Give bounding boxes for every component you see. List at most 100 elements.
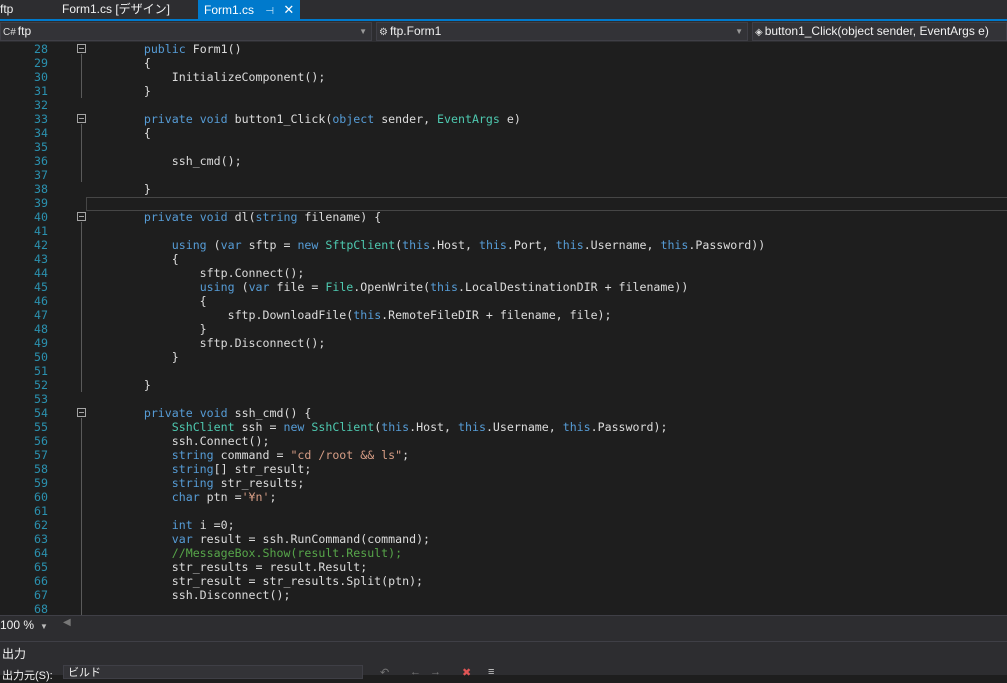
output-pane: 出力 出力元(S): ビルド ↶ ← → ✖ ≡	[0, 641, 1007, 682]
code-line[interactable]: 64 //MessageBox.Show(result.Result);	[0, 546, 1007, 560]
code-line[interactable]: 36 ssh_cmd();	[0, 154, 1007, 168]
pin-icon[interactable]: ⊣	[265, 2, 274, 21]
output-source-dropdown[interactable]: ビルド	[63, 665, 363, 679]
code-line[interactable]: 39	[0, 196, 1007, 210]
code-token: this	[478, 238, 507, 252]
code-line[interactable]: 53	[0, 392, 1007, 406]
code-line[interactable]: 52 }	[0, 378, 1007, 392]
code-line[interactable]: 49 sftp.Disconnect();	[0, 336, 1007, 350]
code-text: private void ssh_cmd() {	[88, 406, 312, 420]
tab-form1-designer[interactable]: Form1.cs [デザイン]	[62, 0, 170, 19]
code-line[interactable]: 65 str_results = result.Result;	[0, 560, 1007, 574]
code-line[interactable]: 30 InitializeComponent();	[0, 70, 1007, 84]
clear-all-icon[interactable]: ✖	[462, 666, 471, 679]
code-text: public Form1()	[88, 42, 242, 56]
code-token: ssh.Disconnect();	[88, 588, 291, 602]
code-line[interactable]: 35	[0, 140, 1007, 154]
code-line[interactable]: 47 sftp.DownloadFile(this.RemoteFileDIR …	[0, 308, 1007, 322]
code-line[interactable]: 67 ssh.Disconnect();	[0, 588, 1007, 602]
find-message-icon[interactable]: ↶	[380, 666, 389, 679]
code-line[interactable]: 60 char ptn ='¥n';	[0, 490, 1007, 504]
code-line[interactable]: 32	[0, 98, 1007, 112]
code-text: }	[88, 322, 207, 336]
code-line[interactable]: 31 }	[0, 84, 1007, 98]
code-line[interactable]: 44 sftp.Connect();	[0, 266, 1007, 280]
code-token: File	[325, 280, 354, 294]
close-icon[interactable]: ✕	[283, 0, 294, 19]
code-line[interactable]: 56 ssh.Connect();	[0, 434, 1007, 448]
code-line[interactable]: 63 var result = ssh.RunCommand(command);	[0, 532, 1007, 546]
line-number: 40	[34, 210, 48, 224]
tab-ftp[interactable]: ftp	[0, 0, 13, 19]
previous-message-icon[interactable]: ←	[410, 666, 421, 678]
code-line[interactable]: 57 string command = "cd /root && ls";	[0, 448, 1007, 462]
code-token: string	[171, 462, 214, 476]
code-token: "cd /root && ls"	[290, 448, 403, 462]
code-text: {	[88, 56, 151, 70]
code-line[interactable]: 29 {	[0, 56, 1007, 70]
code-line[interactable]: 42 using (var sftp = new SftpClient(this…	[0, 238, 1007, 252]
line-number: 65	[34, 560, 48, 574]
code-token: sftp.DownloadFile(	[88, 308, 354, 322]
document-tab-strip: ftp Form1.cs [デザイン] Form1.cs ⊣ ✕	[0, 0, 1007, 21]
code-text: private void button1_Click(object sender…	[88, 112, 521, 126]
code-token: .Host,	[409, 420, 459, 434]
code-line[interactable]: 41	[0, 224, 1007, 238]
line-number: 50	[34, 350, 48, 364]
code-line[interactable]: 58 string[] str_result;	[0, 462, 1007, 476]
line-number: 33	[34, 112, 48, 126]
code-line[interactable]: 62 int i =0;	[0, 518, 1007, 532]
code-token: {	[88, 252, 179, 266]
line-number: 34	[34, 126, 48, 140]
tab-form1-cs[interactable]: Form1.cs ⊣ ✕	[198, 0, 301, 21]
code-line[interactable]: 38 }	[0, 182, 1007, 196]
line-number: 49	[34, 336, 48, 350]
code-token: (	[206, 238, 221, 252]
code-token: }	[88, 84, 151, 98]
code-line[interactable]: 51	[0, 364, 1007, 378]
code-line[interactable]: 55 SshClient ssh = new SshClient(this.Ho…	[0, 420, 1007, 434]
word-wrap-icon[interactable]: ≡	[488, 666, 494, 678]
code-line[interactable]: 33 private void button1_Click(object sen…	[0, 112, 1007, 126]
code-token: char	[171, 490, 200, 504]
code-line[interactable]: 68	[0, 602, 1007, 615]
code-line[interactable]: 34 {	[0, 126, 1007, 140]
code-token: //MessageBox.Show(result.Result);	[171, 546, 403, 560]
code-line[interactable]: 43 {	[0, 252, 1007, 266]
collapse-icon[interactable]	[77, 408, 86, 417]
line-number: 32	[34, 98, 48, 112]
zoom-dropdown[interactable]: 100 % ▼	[0, 617, 48, 633]
code-line[interactable]: 37	[0, 168, 1007, 182]
collapse-icon[interactable]	[77, 114, 86, 123]
line-number: 46	[34, 294, 48, 308]
code-line[interactable]: 40 private void dl(string filename) {	[0, 210, 1007, 224]
collapse-icon[interactable]	[77, 44, 86, 53]
line-number: 42	[34, 238, 48, 252]
code-token: new	[297, 238, 319, 252]
code-token: dl(	[227, 210, 256, 224]
code-line[interactable]: 61	[0, 504, 1007, 518]
line-number: 68	[34, 602, 48, 615]
code-line[interactable]: 46 {	[0, 294, 1007, 308]
code-line[interactable]: 66 str_result = str_results.Split(ptn);	[0, 574, 1007, 588]
code-text: ssh.Connect();	[88, 434, 270, 448]
code-line[interactable]: 59 string str_results;	[0, 476, 1007, 490]
next-message-icon[interactable]: →	[430, 666, 441, 678]
code-line[interactable]: 28 public Form1()	[0, 42, 1007, 56]
code-line[interactable]: 54 private void ssh_cmd() {	[0, 406, 1007, 420]
collapse-icon[interactable]	[77, 212, 86, 221]
code-text: str_result = str_results.Split(ptn);	[88, 574, 423, 588]
code-line[interactable]: 50 }	[0, 350, 1007, 364]
member-dropdown[interactable]: ◈ button1_Click(object sender, EventArgs …	[752, 22, 1007, 41]
class-dropdown[interactable]: ⚙ ftp.Form1 ▼	[376, 22, 748, 41]
project-dropdown[interactable]: C# ftp ▼	[0, 22, 372, 41]
code-text: string str_results;	[88, 476, 305, 490]
line-number: 51	[34, 364, 48, 378]
code-line[interactable]: 48 }	[0, 322, 1007, 336]
scroll-left-icon[interactable]: ◀	[63, 617, 71, 628]
splitter[interactable]	[0, 633, 1007, 641]
code-line[interactable]: 45 using (var file = File.OpenWrite(this…	[0, 280, 1007, 294]
code-editor[interactable]: 28 public Form1() 29 {30 InitializeCompon…	[0, 42, 1007, 615]
code-token: str_result = str_results.Split(ptn);	[88, 574, 424, 588]
